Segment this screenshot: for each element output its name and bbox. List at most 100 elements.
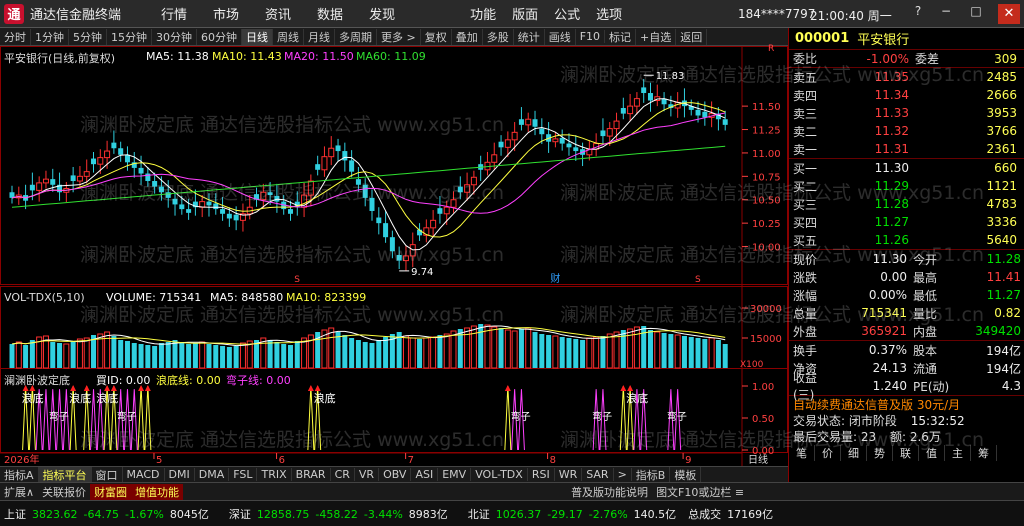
menu-news[interactable]: 资讯 (252, 4, 304, 23)
menu-market[interactable]: 市场 (200, 4, 252, 23)
ad-banner[interactable]: 自动续费通达信普及版 30元/月 (789, 395, 1024, 413)
toolbar-item[interactable]: 多周期 (335, 28, 377, 45)
help-button[interactable]: ? (908, 4, 928, 18)
volume-bar (695, 338, 701, 368)
indicator-tab[interactable]: BRAR (292, 468, 331, 481)
indicator-tab[interactable]: VR (355, 468, 380, 481)
indicator-tab[interactable]: 指标A (0, 466, 39, 483)
quote-tab-button[interactable]: 主 (945, 445, 971, 461)
candle-body (566, 143, 572, 148)
menu-data[interactable]: 数据 (304, 4, 356, 23)
quote-tab-button[interactable]: 价 (815, 445, 841, 461)
indicator-tab[interactable]: OBV (379, 468, 412, 481)
kline-chart[interactable]: 11.50 11.25 11.00 10.75 10.50 10.25 10.00 11.83… (0, 46, 788, 466)
toolbar-item[interactable]: 15分钟 (107, 28, 152, 45)
toolbar-item[interactable]: 叠加 (452, 28, 483, 45)
index-quote[interactable]: 深证 12858.75 -458.22 -3.44% 8983亿 (229, 506, 454, 522)
extension-tab[interactable]: 增值功能 (131, 483, 184, 500)
user-account[interactable]: 184****7797 (738, 7, 815, 21)
candle-body (97, 157, 104, 165)
toolbar-item[interactable]: 多股 (483, 28, 514, 45)
volume-bar (606, 333, 613, 369)
chart-area[interactable]: 11.50 11.25 11.00 10.75 10.50 10.25 10.00 11.83… (0, 44, 788, 466)
indicator-tab[interactable]: FSL (229, 468, 258, 481)
toolbar-item[interactable]: 周线 (273, 28, 304, 45)
indicator-tab[interactable]: CR (331, 468, 355, 481)
indicator-tab[interactable]: MACD (123, 468, 165, 481)
candle-body (70, 175, 76, 182)
indicator-tab[interactable]: DMI (165, 468, 195, 481)
indicator-tab[interactable]: 模板 (670, 466, 702, 483)
toolbar-item[interactable]: 画线 (545, 28, 576, 45)
index-value: 12858.75 (256, 507, 310, 521)
ask-label: 卖三 (793, 106, 818, 121)
extension-tab[interactable]: 关联报价 (38, 484, 90, 500)
menu-discover[interactable]: 发现 (356, 4, 408, 23)
toolbar-item[interactable]: 分时 (0, 28, 31, 45)
close-button[interactable]: ✕ (998, 4, 1020, 24)
toolbar-item[interactable]: 日线 (242, 28, 273, 45)
toolbar-item[interactable]: 复权 (421, 28, 452, 45)
ask-row[interactable]: 卖三 11.33 3953 (789, 104, 1024, 122)
ask-row[interactable]: 卖四 11.34 2666 (789, 86, 1024, 104)
menu-formula[interactable]: 公式 (546, 4, 588, 23)
toolbar-item[interactable]: 标记 (605, 28, 637, 45)
indicator-tab[interactable]: ASI (411, 468, 439, 481)
trade-state-label: 交易状态: 闭市阶段 (793, 414, 897, 428)
quote-tab-button[interactable]: 笔 (789, 445, 815, 461)
indicator-tab[interactable]: TRIX (257, 468, 292, 481)
toolbar-item[interactable]: 月线 (304, 28, 335, 45)
extension-tab[interactable]: 普及版功能说明 (567, 484, 652, 500)
indicator-tab[interactable]: WR (555, 468, 583, 481)
ask-row[interactable]: 卖二 11.32 3766 (789, 122, 1024, 140)
indicator-tab[interactable]: VOL-TDX (471, 468, 528, 481)
bid-row[interactable]: 买五 11.26 5640 (789, 231, 1024, 249)
minimize-button[interactable]: − (936, 4, 956, 18)
toolbar-item[interactable]: 统计 (514, 28, 545, 45)
volume-bar (267, 340, 273, 368)
weibi-value: -1.00% (866, 51, 909, 66)
toolbar-item[interactable]: 60分钟 (197, 28, 242, 45)
bid-row[interactable]: 买四 11.27 3336 (789, 213, 1024, 231)
quote-tab-button[interactable]: 细 (841, 445, 867, 461)
extension-tab[interactable]: 图文F10或边栏 ≡ (652, 484, 748, 500)
extension-tab[interactable]: 财富圈 (90, 483, 132, 500)
ask-row[interactable]: 卖五 11.35 2485 (789, 68, 1024, 86)
extension-tab[interactable]: 扩展∧ (0, 484, 38, 500)
indicator-tab[interactable]: EMV (438, 468, 472, 481)
ind-tick-label: 1.00 (752, 382, 774, 393)
toolbar-item[interactable]: 5分钟 (69, 28, 107, 45)
indicator-tab[interactable]: 窗口 (92, 466, 123, 483)
toolbar-item[interactable]: F10 (576, 30, 606, 43)
toolbar-item[interactable]: 1分钟 (31, 28, 69, 45)
indicator-tab[interactable]: 指标平台 (38, 466, 92, 483)
quote-tab-button[interactable]: 势 (867, 445, 893, 461)
menu-function[interactable]: 功能 (462, 4, 504, 23)
candle-body (402, 255, 409, 262)
menu-quotes[interactable]: 行情 (148, 4, 200, 23)
indicator-tab[interactable]: 指标B (632, 466, 671, 483)
ask-row[interactable]: 卖一 11.31 2361 (789, 140, 1024, 158)
toolbar-item[interactable]: 30分钟 (152, 28, 197, 45)
indicator-tab[interactable]: DMA (195, 468, 230, 481)
toolbar-item[interactable]: 返回 (676, 28, 708, 45)
indicator-tab[interactable]: RSI (528, 468, 555, 481)
quote-tab-button[interactable]: 联 (893, 445, 919, 461)
toolbar-item[interactable]: 更多 > (377, 28, 421, 45)
indicator-tab[interactable]: > (614, 468, 632, 481)
bid-row[interactable]: 买二 11.29 1121 (789, 177, 1024, 195)
candle-body (342, 151, 348, 161)
menu-layout[interactable]: 版面 (504, 4, 546, 23)
indicator-tab[interactable]: SAR (582, 468, 614, 481)
ma10-label: MA10: 11.43 (212, 50, 282, 63)
index-quote[interactable]: 上证 3823.62 -64.75 -1.67% 8045亿 (4, 506, 215, 522)
curve-signal-label: 弯子 (117, 410, 137, 423)
bid-row[interactable]: 买一 11.30 660 (789, 159, 1024, 177)
menu-options[interactable]: 选项 (588, 4, 630, 23)
bid-row[interactable]: 买三 11.28 4783 (789, 195, 1024, 213)
quote-tab-button[interactable]: 筹 (971, 445, 997, 461)
toolbar-item[interactable]: +自选 (636, 28, 677, 45)
quote-tab-button[interactable]: 值 (919, 445, 945, 461)
maximize-button[interactable]: □ (966, 4, 986, 18)
index-quote[interactable]: 北证 1026.37 -29.17 -2.76% 140.5亿 (468, 506, 682, 522)
